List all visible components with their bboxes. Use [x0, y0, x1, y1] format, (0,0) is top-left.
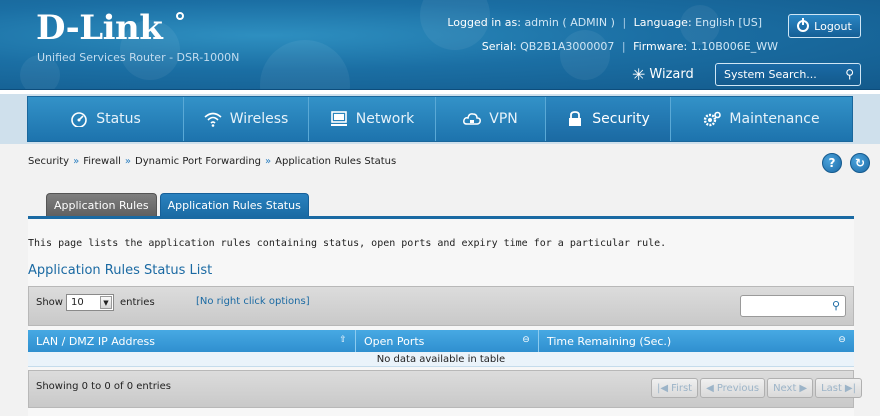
refresh-icon: ↻: [854, 156, 866, 170]
refresh-button[interactable]: ↻: [850, 153, 870, 173]
logged-in-user: admin ( ADMIN ): [524, 16, 615, 29]
nav-maintenance[interactable]: Maintenance: [671, 97, 852, 141]
breadcrumb-item[interactable]: Firewall: [83, 156, 121, 167]
language-value[interactable]: English [US]: [695, 16, 762, 29]
padlock-icon: [569, 111, 582, 126]
tab-application-rules-status[interactable]: Application Rules Status: [159, 193, 309, 217]
breadcrumb-item[interactable]: Dynamic Port Forwarding: [135, 156, 261, 167]
gauge-icon: [71, 112, 87, 127]
tab-bar: Application Rules Application Rules Stat…: [46, 193, 309, 217]
monitor-icon: [330, 111, 347, 126]
breadcrumb: Security» Firewall» Dynamic Port Forwardin…: [28, 156, 396, 167]
column-label: LAN / DMZ IP Address: [36, 334, 156, 348]
question-icon: ?: [828, 156, 836, 170]
nav-label: VPN: [489, 111, 518, 127]
pager-label: Last: [821, 382, 842, 394]
logged-in-label: Logged in as:: [447, 16, 521, 29]
breadcrumb-current: Application Rules Status: [275, 156, 397, 167]
nav-label: Maintenance: [729, 111, 820, 127]
separator: |: [621, 40, 626, 53]
nav-label: Security: [592, 111, 650, 127]
gears-icon: [704, 111, 722, 127]
nav-network[interactable]: Network: [309, 97, 436, 141]
nav-wireless[interactable]: Wireless: [184, 97, 309, 141]
pager-label: Next: [773, 382, 797, 394]
tab-application-rules[interactable]: Application Rules: [46, 193, 157, 217]
breadcrumb-separator: »: [265, 156, 272, 167]
nav-label: Wireless: [229, 111, 289, 127]
system-search-input[interactable]: System Search... ⚲: [715, 63, 861, 86]
pager-label: Previous: [716, 382, 760, 394]
main-nav-bar: Status Wireless Network VPN Security Mai…: [0, 94, 880, 144]
last-page-button[interactable]: Last ▶|: [815, 378, 862, 398]
column-header-lan-ip[interactable]: LAN / DMZ IP Address ⇧: [28, 330, 356, 352]
cloud-lock-icon: [463, 113, 482, 125]
power-icon: [797, 18, 810, 32]
column-label: Open Ports: [364, 334, 425, 348]
table-info: Showing 0 to 0 of 0 entries: [36, 381, 171, 392]
language-label: Language:: [633, 16, 692, 29]
logout-label: Logout: [814, 19, 852, 33]
table-search-input[interactable]: ⚲: [740, 295, 846, 317]
chevron-down-icon[interactable]: ▼: [100, 296, 112, 309]
help-button[interactable]: ?: [822, 153, 842, 173]
prev-icon: ◀: [706, 382, 714, 394]
last-icon: ▶|: [844, 382, 856, 394]
breadcrumb-item[interactable]: Security: [28, 156, 69, 167]
firmware-value: 1.10B006E_WW: [690, 40, 778, 53]
wand-icon: ✳: [632, 65, 646, 84]
login-info: Logged in as: admin ( ADMIN ) | Language…: [447, 16, 762, 29]
column-header-open-ports[interactable]: Open Ports ⊖: [356, 330, 539, 352]
sort-both-icon: ⊖: [838, 335, 846, 345]
firmware-label: Firmware:: [633, 40, 688, 53]
entries-select[interactable]: 10 ▼: [66, 294, 114, 311]
table-empty-row: No data available in table: [28, 352, 854, 367]
product-name: Unified Services Router - DSR-1000N: [37, 51, 240, 64]
separator: |: [622, 16, 627, 29]
column-label: Time Remaining (Sec.): [547, 334, 672, 348]
column-header-time-remaining[interactable]: Time Remaining (Sec.) ⊖: [539, 330, 854, 352]
right-click-note: [No right click options]: [196, 296, 310, 307]
show-label: Show: [36, 297, 63, 308]
main-nav: Status Wireless Network VPN Security Mai…: [27, 96, 853, 142]
table-header: LAN / DMZ IP Address ⇧ Open Ports ⊖ Time…: [28, 330, 854, 352]
list-title: Application Rules Status List: [28, 263, 213, 278]
wizard-label: Wizard: [649, 67, 694, 82]
nav-security[interactable]: Security: [546, 97, 671, 141]
nav-label: Network: [355, 111, 415, 127]
nav-status[interactable]: Status: [28, 97, 184, 141]
dlink-logo: D-Link: [36, 8, 163, 48]
logout-button[interactable]: Logout: [788, 14, 861, 38]
search-icon[interactable]: ⚲: [832, 299, 840, 312]
serial-value: QB2B1A3000007: [520, 40, 615, 53]
search-icon[interactable]: ⚲: [845, 67, 854, 81]
sort-both-icon: ⊖: [522, 335, 530, 345]
top-header: D-Link Unified Services Router - DSR-100…: [0, 0, 880, 90]
pager-label: First: [671, 382, 693, 394]
first-page-button[interactable]: |◀ First: [651, 378, 699, 398]
breadcrumb-separator: »: [73, 156, 80, 167]
breadcrumb-separator: »: [124, 156, 132, 167]
device-info: Serial: QB2B1A3000007 | Firmware: 1.10B0…: [482, 40, 778, 53]
system-search-placeholder: System Search...: [724, 68, 817, 81]
page-description: This page lists the application rules co…: [28, 238, 667, 249]
first-icon: |◀: [657, 382, 669, 394]
nav-vpn[interactable]: VPN: [436, 97, 546, 141]
nav-label: Status: [96, 111, 141, 127]
logo-dot-icon: [176, 12, 184, 20]
entries-value: 10: [71, 297, 84, 308]
next-page-button[interactable]: Next ▶: [767, 378, 814, 398]
entries-label: entries: [120, 297, 155, 308]
next-icon: ▶: [799, 382, 808, 394]
pagination: |◀ First ◀ Previous Next ▶ Last ▶|: [651, 378, 862, 398]
serial-label: Serial:: [481, 40, 517, 53]
wifi-icon: [204, 112, 222, 127]
wizard-link[interactable]: ✳ Wizard: [632, 65, 694, 84]
sort-asc-icon: ⇧: [339, 335, 347, 345]
previous-page-button[interactable]: ◀ Previous: [700, 378, 766, 398]
